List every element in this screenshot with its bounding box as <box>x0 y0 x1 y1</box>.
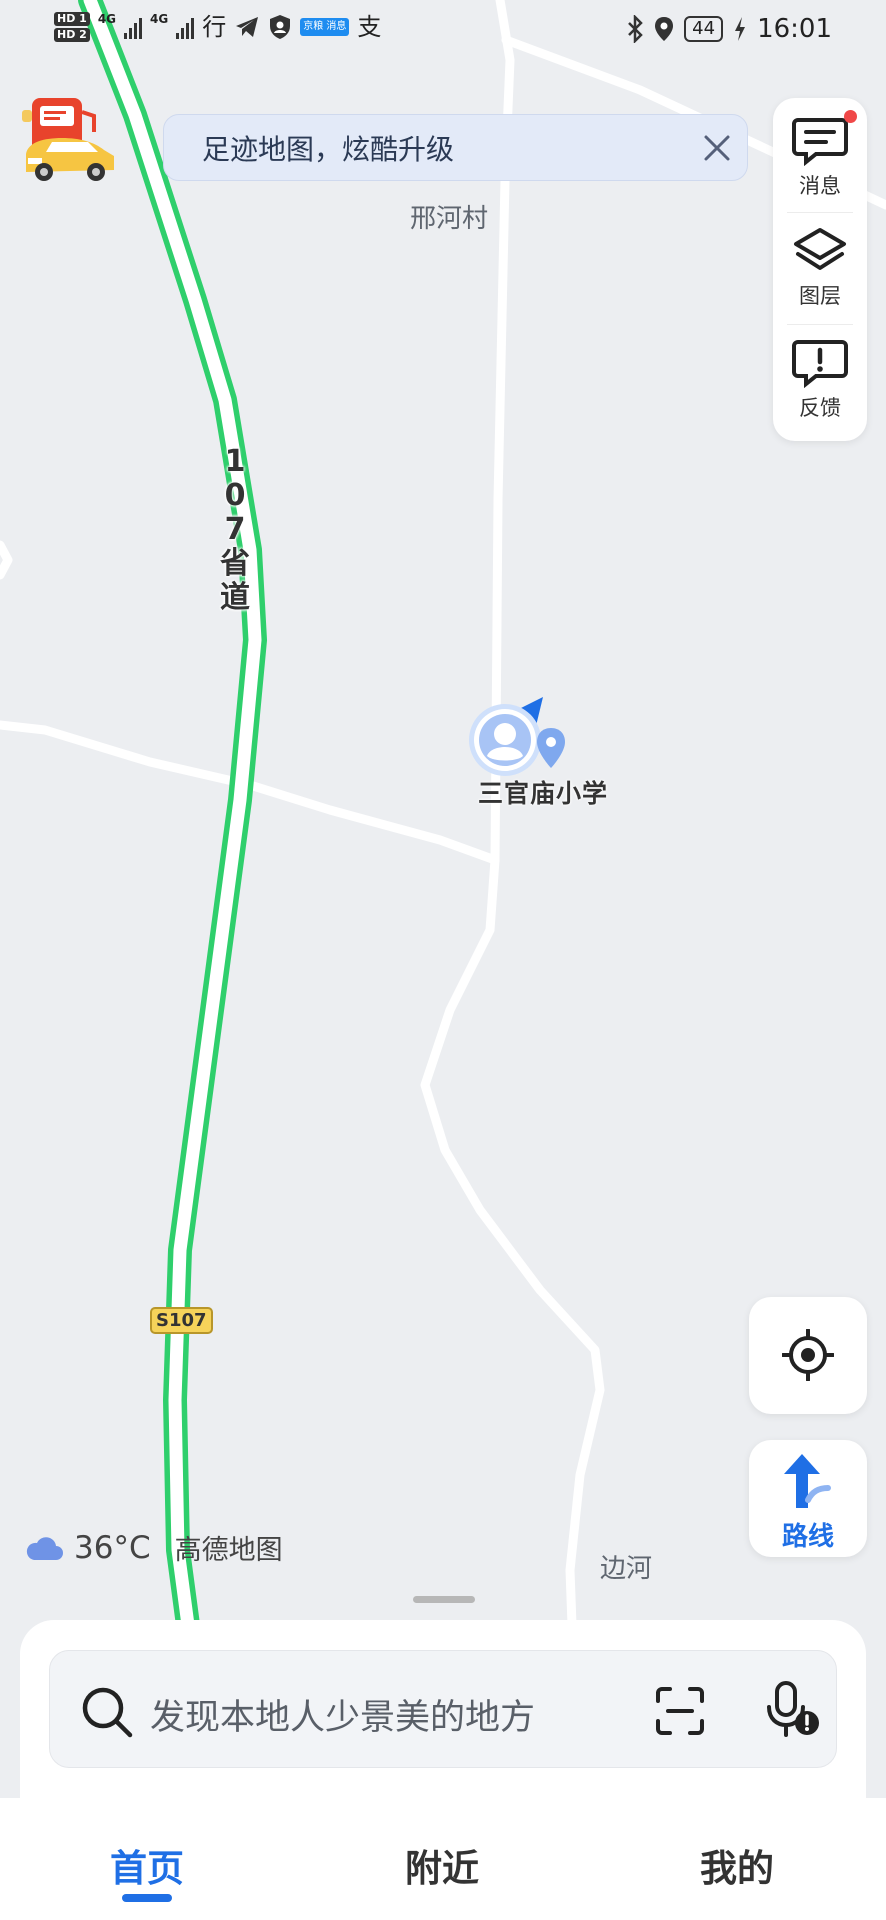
signal-icon-1 <box>124 15 143 39</box>
messages-button[interactable]: 消息 <box>773 106 867 210</box>
route-button[interactable]: 路线 <box>749 1440 867 1557</box>
shield-user-icon <box>270 15 291 39</box>
sheet-drag-handle[interactable] <box>413 1596 475 1603</box>
promo-banner-text: 足迹地图，炫酷升级 <box>202 132 455 166</box>
close-icon <box>704 135 730 160</box>
layers-label: 图层 <box>799 284 841 308</box>
road-name-char: 7 <box>224 512 246 547</box>
road-name-char: 道 <box>220 580 250 615</box>
promo-banner[interactable]: 足迹地图，炫酷升级 <box>163 114 748 181</box>
alipay-icon: 支 <box>357 13 382 41</box>
school-poi-pin-icon[interactable] <box>535 726 567 770</box>
temperature: 36°C <box>74 1529 151 1566</box>
locate-icon <box>782 1329 834 1381</box>
status-bar-left: HD 1 HD 2 4G 4G 行 京粮 消息 支 <box>54 12 381 42</box>
notification-dot <box>844 110 857 123</box>
hd-sim2: HD 2 <box>54 28 90 42</box>
battery-level: 44 <box>684 16 724 42</box>
search-icon <box>82 1687 133 1738</box>
notification-app-badge: 京粮 消息 <box>300 18 350 36</box>
locate-me-button[interactable] <box>749 1297 867 1414</box>
tab-home[interactable]: 首页 <box>110 1838 184 1892</box>
message-icon <box>792 118 848 166</box>
cloud-icon <box>26 1536 64 1560</box>
tab-me[interactable]: 我的 <box>700 1838 774 1892</box>
signal-icon-2 <box>176 15 195 39</box>
road-name-char: 0 <box>224 478 246 513</box>
map-toolbar: 消息 图层 反馈 <box>773 98 867 441</box>
messages-label: 消息 <box>799 174 841 198</box>
telegram-icon <box>236 17 259 37</box>
bluetooth-icon <box>628 15 643 43</box>
road-name-char: 省 <box>220 546 250 581</box>
feedback-label: 反馈 <box>799 396 841 420</box>
feedback-icon <box>792 340 848 388</box>
road-shield-s107: S107 <box>150 1307 213 1334</box>
layers-icon <box>794 228 846 270</box>
school-label[interactable]: 三官庙小学 <box>478 774 608 810</box>
weather-widget[interactable]: 36°C 高德地图 <box>24 1528 283 1567</box>
brand-watermark: 高德地图 <box>174 1535 283 1566</box>
hd-sim1: HD 1 <box>54 12 90 26</box>
bianhe-label[interactable]: 边河 <box>600 1548 652 1585</box>
layers-button[interactable]: 图层 <box>773 216 867 320</box>
search-bar[interactable]: 发现本地人少景美的地方 <box>49 1650 837 1768</box>
clock: 16:01 <box>757 14 832 44</box>
banner-close-button[interactable] <box>687 118 747 178</box>
active-tab-indicator <box>122 1894 172 1902</box>
village-label[interactable]: 邢河村 <box>410 198 488 235</box>
search-input[interactable]: 发现本地人少景美的地方 <box>150 1689 535 1740</box>
map-road-west-stub <box>0 540 13 580</box>
network-type-2: 4G <box>150 12 169 26</box>
voice-input-icon[interactable] <box>765 1679 821 1741</box>
route-arrow-icon <box>784 1454 831 1508</box>
road-name-char: 1 <box>224 444 246 479</box>
toolbar-divider <box>787 212 853 213</box>
hd-indicator: HD 1 HD 2 <box>54 12 90 42</box>
notification-app-icon-1: 行 <box>202 13 227 41</box>
status-bar-right: 44 16:01 <box>626 14 832 44</box>
tab-nearby[interactable]: 附近 <box>405 1838 479 1892</box>
road-name-label: 1 0 7 省 道 <box>215 445 255 615</box>
fuel-pump-mascot-icon[interactable] <box>18 92 122 188</box>
scan-icon[interactable] <box>654 1685 706 1737</box>
route-label: 路线 <box>781 1522 834 1552</box>
map-road-southeast <box>420 855 605 1630</box>
feedback-button[interactable]: 反馈 <box>773 328 867 432</box>
charging-icon <box>735 17 746 41</box>
status-bar: HD 1 HD 2 4G 4G 行 京粮 消息 支 44 16:01 <box>0 0 886 62</box>
bottom-tab-bar: 首页 附近 我的 <box>0 1798 886 1920</box>
toolbar-divider <box>787 324 853 325</box>
location-icon <box>655 17 674 41</box>
network-type-1: 4G <box>97 12 117 26</box>
